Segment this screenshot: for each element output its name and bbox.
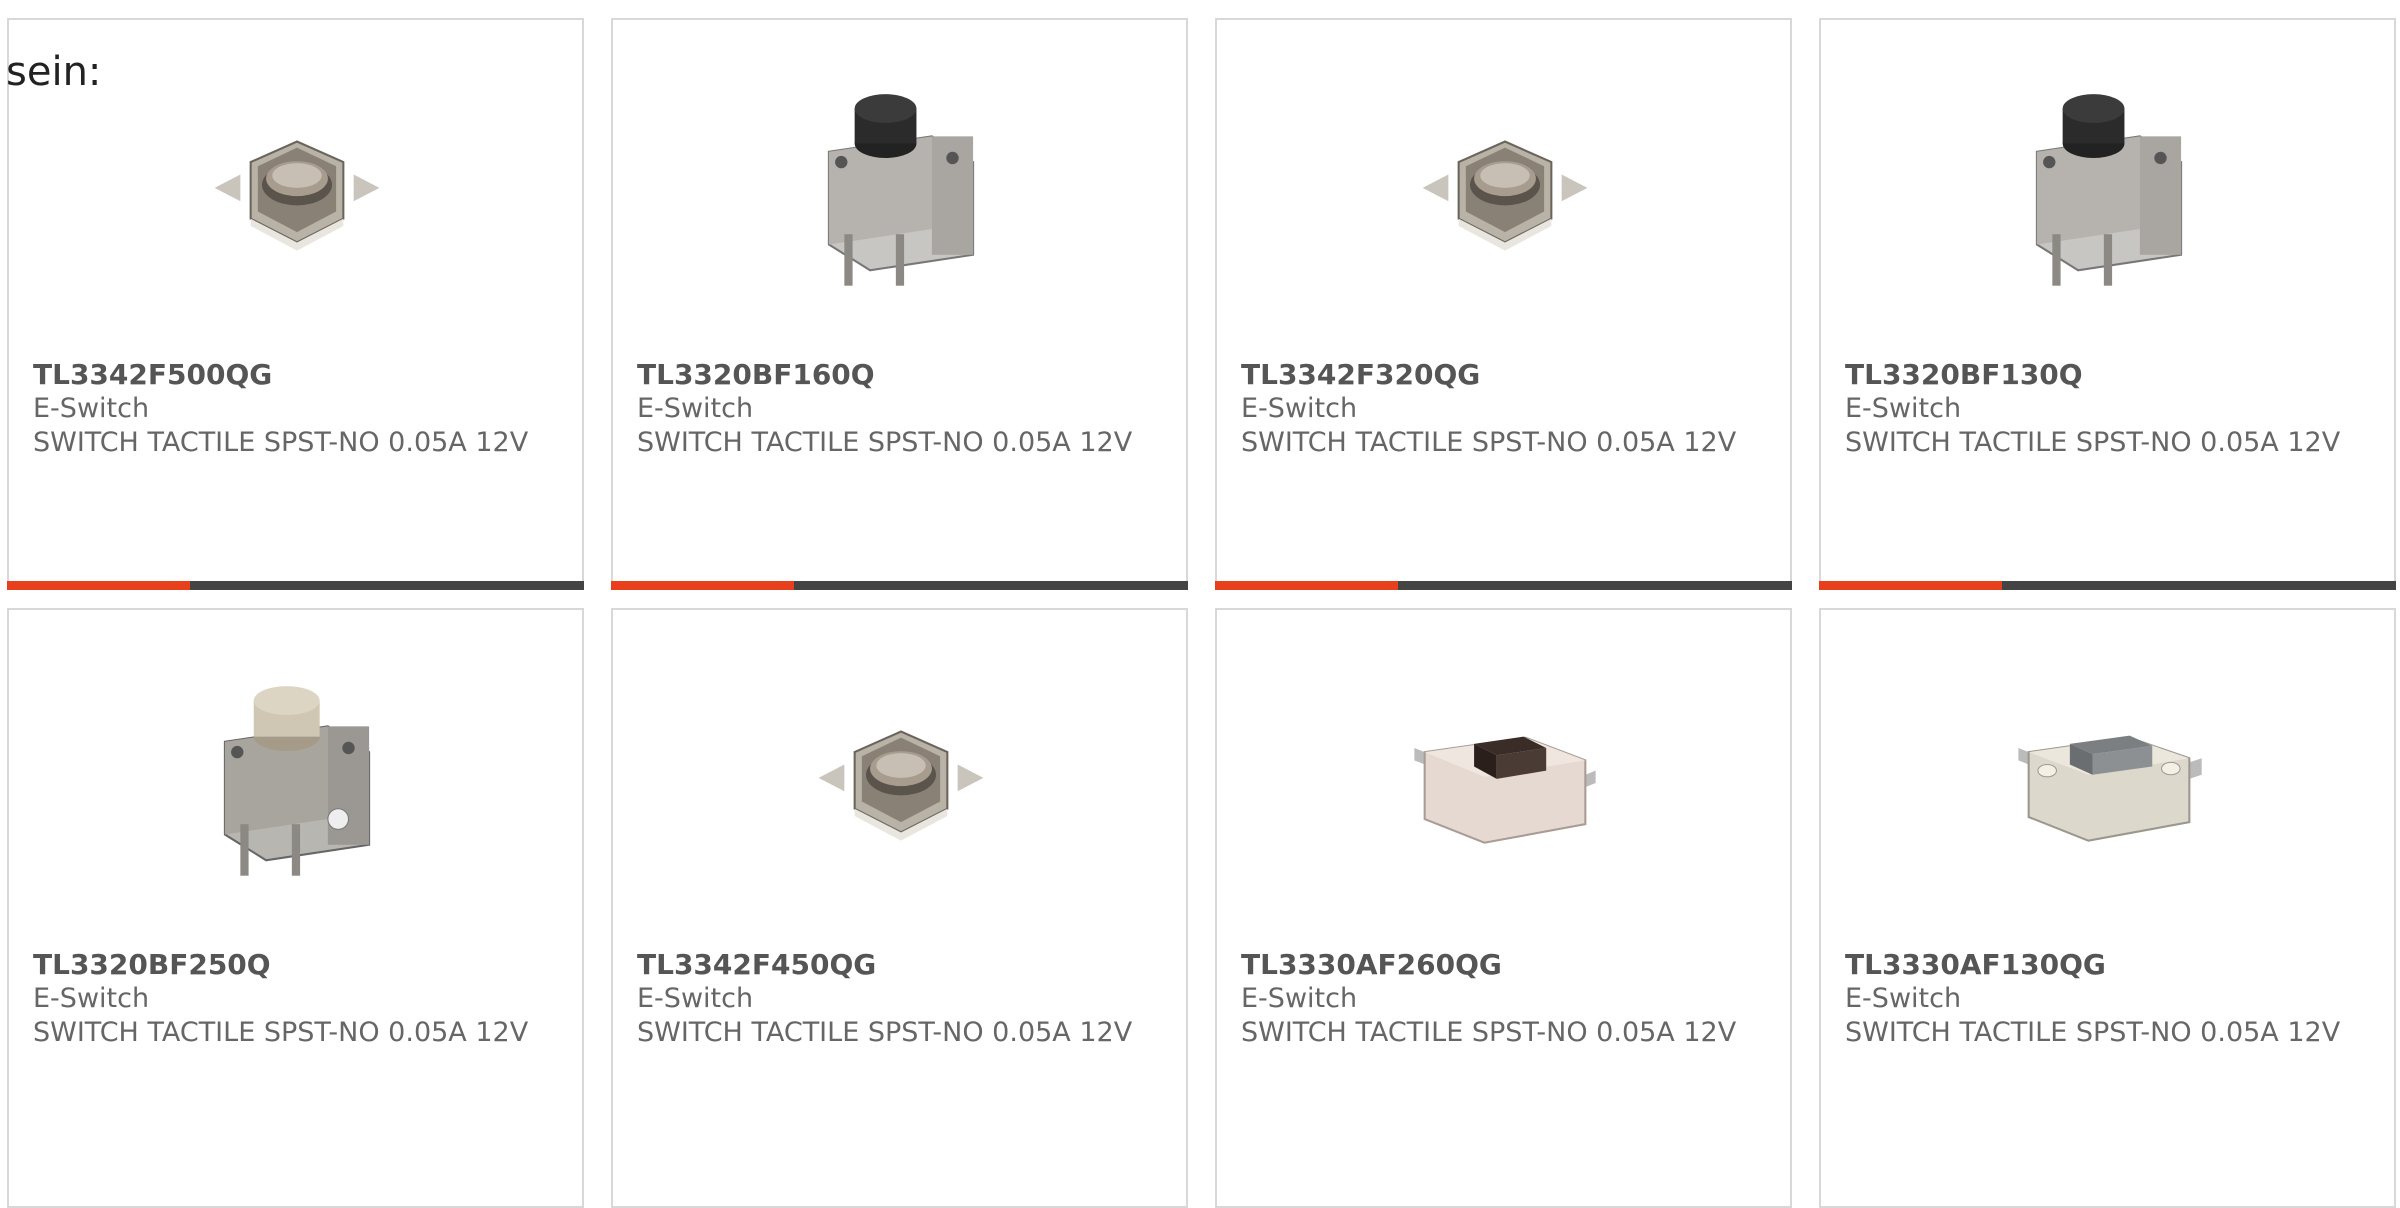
manufacturer: E-Switch: [1241, 393, 1358, 424]
manufacturer: E-Switch: [33, 393, 150, 424]
card-bar: [7, 581, 584, 590]
manufacturer: E-Switch: [1845, 393, 1962, 424]
card-bar: [1819, 581, 2396, 590]
part-number[interactable]: TL3330AF130QG: [1845, 948, 2374, 982]
product-card[interactable]: TL3320BF160Q E-Switch SWITCH TACTILE SPS…: [611, 18, 1188, 590]
part-number[interactable]: TL3330AF260QG: [1241, 948, 1770, 982]
manufacturer: E-Switch: [33, 983, 150, 1014]
part-number[interactable]: TL3342F500QG: [33, 358, 562, 392]
description: SWITCH TACTILE SPST-NO 0.05A 12V: [33, 1017, 529, 1048]
description: SWITCH TACTILE SPST-NO 0.05A 12V: [1241, 427, 1737, 458]
description: SWITCH TACTILE SPST-NO 0.05A 12V: [1845, 427, 2341, 458]
product-card[interactable]: TL3320BF130Q E-Switch SWITCH TACTILE SPS…: [1819, 18, 2396, 590]
part-number[interactable]: TL3342F450QG: [637, 948, 1166, 982]
description: SWITCH TACTILE SPST-NO 0.05A 12V: [637, 427, 1133, 458]
manufacturer: E-Switch: [1241, 983, 1358, 1014]
product-card[interactable]: TL3320BF250Q E-Switch SWITCH TACTILE SPS…: [7, 608, 584, 1208]
card-bar: [611, 581, 1188, 590]
manufacturer: E-Switch: [1845, 983, 1962, 1014]
rectangular-tactile-switch-image[interactable]: [1402, 680, 1608, 886]
product-card[interactable]: TL3330AF260QG E-Switch SWITCH TACTILE SP…: [1215, 608, 1792, 1208]
product-card[interactable]: TL3342F450QG E-Switch SWITCH TACTILE SPS…: [611, 608, 1188, 1208]
smd-tactile-switch-image[interactable]: [194, 90, 400, 296]
smd-tactile-switch-image[interactable]: [1402, 90, 1608, 296]
description: SWITCH TACTILE SPST-NO 0.05A 12V: [33, 427, 529, 458]
card-bar: [1215, 581, 1792, 590]
part-number[interactable]: TL3320BF250Q: [33, 948, 562, 982]
description: SWITCH TACTILE SPST-NO 0.05A 12V: [637, 1017, 1133, 1048]
product-card[interactable]: TL3330AF130QG E-Switch SWITCH TACTILE SP…: [1819, 608, 2396, 1208]
right-angle-tactile-switch-image[interactable]: [194, 680, 400, 886]
manufacturer: E-Switch: [637, 983, 754, 1014]
part-number[interactable]: TL3320BF130Q: [1845, 358, 2374, 392]
manufacturer: E-Switch: [637, 393, 754, 424]
intro-text: sein:: [6, 49, 102, 95]
right-angle-tactile-switch-image[interactable]: [798, 90, 1004, 296]
product-card[interactable]: TL3342F500QG E-Switch SWITCH TACTILE SPS…: [7, 18, 584, 590]
part-number[interactable]: TL3320BF160Q: [637, 358, 1166, 392]
right-angle-tactile-switch-image[interactable]: [2006, 90, 2212, 296]
product-card[interactable]: TL3342F320QG E-Switch SWITCH TACTILE SPS…: [1215, 18, 1792, 590]
part-number[interactable]: TL3342F320QG: [1241, 358, 1770, 392]
description: SWITCH TACTILE SPST-NO 0.05A 12V: [1241, 1017, 1737, 1048]
description: SWITCH TACTILE SPST-NO 0.05A 12V: [1845, 1017, 2341, 1048]
rectangular-tactile-switch-image[interactable]: [2006, 680, 2212, 886]
smd-tactile-switch-image[interactable]: [798, 680, 1004, 886]
